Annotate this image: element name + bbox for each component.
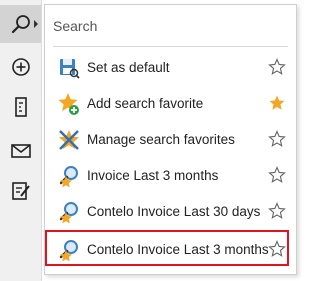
edit-note-icon [11, 182, 30, 200]
menu-item-saved-search[interactable]: Invoice Last 3 months [45, 158, 296, 194]
add-button[interactable] [0, 48, 41, 86]
star-outline-icon[interactable] [268, 202, 286, 220]
star-manage-icon [59, 130, 79, 150]
left-toolbar [0, 0, 42, 281]
menu-item-saved-search[interactable]: Contelo Invoice Last 30 days [45, 194, 296, 230]
star-filled-icon[interactable] [268, 94, 286, 112]
menu-item-label: Set as default [87, 60, 170, 75]
star-outline-icon[interactable] [268, 240, 286, 258]
menu-header: Search [53, 18, 98, 34]
menu-item-manage-search-favorites[interactable]: Manage search favorites [45, 122, 296, 158]
mail-button[interactable] [0, 132, 41, 170]
saved-search-icon [59, 240, 78, 262]
menu-item-saved-search[interactable]: Contelo Invoice Last 3 months [45, 232, 296, 268]
saved-search-icon [59, 166, 78, 188]
plus-circle-icon [11, 58, 30, 76]
star-outline-icon[interactable] [268, 130, 286, 148]
menu-divider [53, 46, 288, 47]
dropdown-caret-icon [34, 20, 38, 28]
menu-item-add-search-favorite[interactable]: Add search favorite [45, 86, 296, 122]
star-outline-icon[interactable] [268, 166, 286, 184]
search-icon [11, 15, 30, 34]
menu-item-label: Add search favorite [87, 96, 204, 111]
menu-item-label: Invoice Last 3 months [87, 168, 219, 183]
menu-item-label: Contelo Invoice Last 30 days [87, 204, 261, 219]
menu-item-set-as-default[interactable]: Set as default [45, 50, 296, 86]
edit-button[interactable] [0, 172, 41, 210]
document-icon [14, 97, 27, 117]
menu-item-label: Manage search favorites [87, 132, 235, 147]
menu-item-label: Contelo Invoice Last 3 months [87, 242, 269, 257]
star-outline-icon[interactable] [268, 58, 286, 76]
star-add-icon [58, 93, 79, 115]
search-dropdown-menu: Search Set as default Add search favorit… [44, 4, 297, 275]
search-button[interactable] [0, 5, 41, 43]
saved-search-icon [59, 202, 78, 224]
envelope-icon [10, 144, 31, 158]
document-button[interactable] [0, 88, 41, 126]
save-search-icon [60, 59, 80, 79]
